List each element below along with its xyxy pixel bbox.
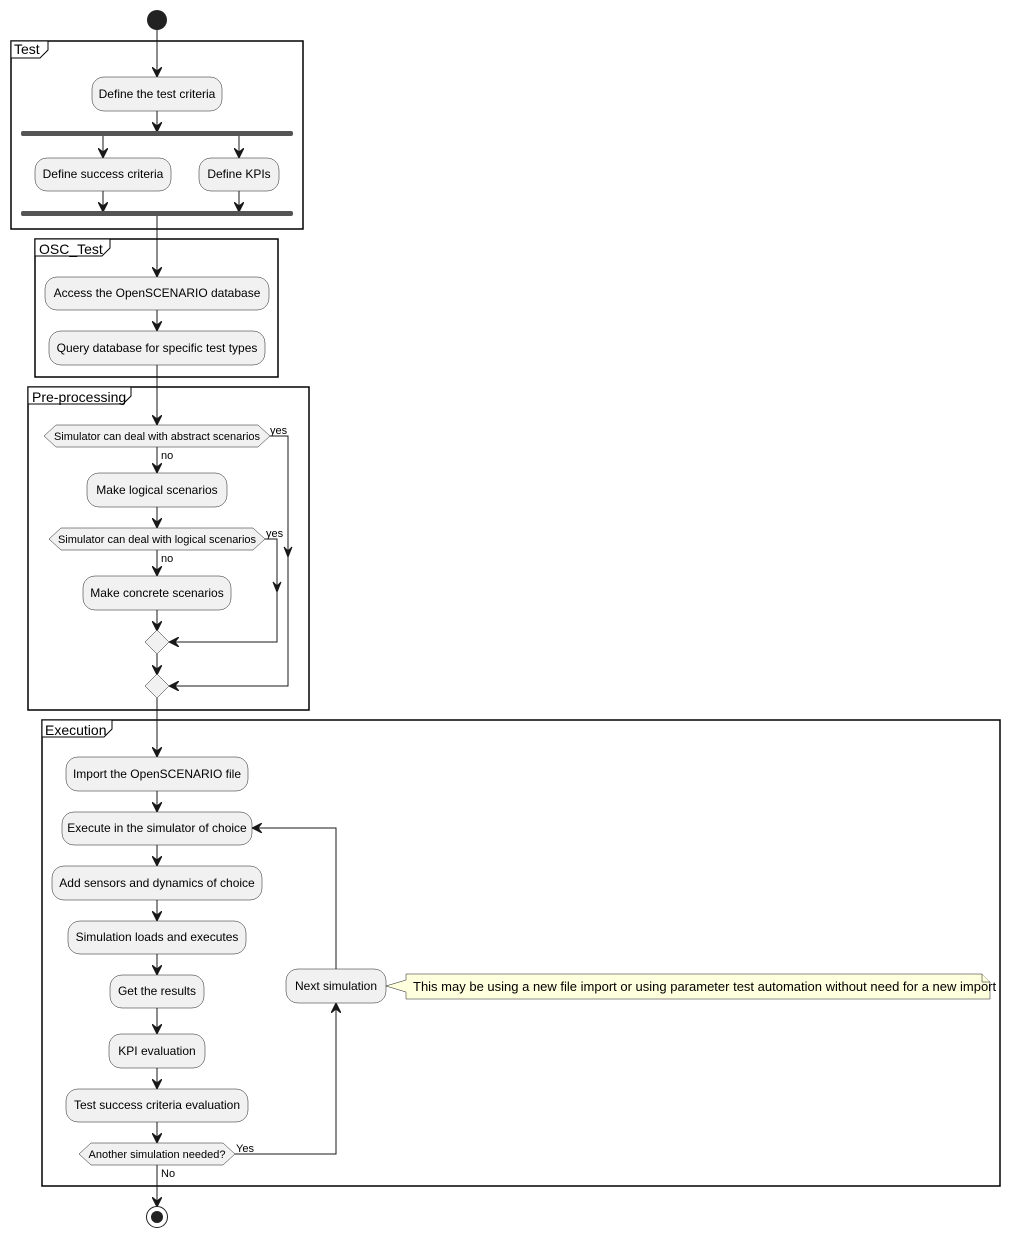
edge-loop-back <box>253 828 337 969</box>
svg-text:Query database for specific te: Query database for specific test types <box>57 341 258 355</box>
action-next-simulation: Next simulation <box>285 968 387 1004</box>
svg-text:Import the OpenSCENARIO file: Import the OpenSCENARIO file <box>73 767 241 781</box>
start-node <box>147 10 167 30</box>
frame-execution-title: Execution <box>45 722 106 738</box>
edge-another-yes <box>235 1004 336 1155</box>
svg-text:Define KPIs: Define KPIs <box>207 167 270 181</box>
note-text: This may be using a new file import or u… <box>413 979 997 994</box>
svg-text:Simulation loads and executes: Simulation loads and executes <box>76 930 239 944</box>
svg-text:Define success criteria: Define success criteria <box>43 167 164 181</box>
frame-osc-test-title: OSC_Test <box>39 241 103 257</box>
action-add-sensors: Add sensors and dynamics of choice <box>51 865 263 901</box>
edge-label-abstract-no: no <box>161 450 173 462</box>
svg-text:Get the results: Get the results <box>118 984 196 998</box>
action-execute-simulator: Execute in the simulator of choice <box>61 811 253 846</box>
end-node <box>146 1206 168 1228</box>
edge-label-another-no: No <box>161 1168 175 1180</box>
merge-node-outer <box>144 673 170 699</box>
fork-bar <box>21 131 293 136</box>
svg-text:KPI evaluation: KPI evaluation <box>118 1044 195 1058</box>
edge-label-logical-no: no <box>161 553 173 565</box>
action-define-kpis: Define KPIs <box>198 157 280 192</box>
svg-text:Test success criteria evaluati: Test success criteria evaluation <box>74 1098 240 1112</box>
action-import-file: Import the OpenSCENARIO file <box>65 756 249 792</box>
decision-another-simulation: Another simulation needed? <box>78 1142 236 1166</box>
action-kpi-evaluation: KPI evaluation <box>108 1033 206 1069</box>
action-simulation-loads: Simulation loads and executes <box>67 920 247 955</box>
action-access-database: Access the OpenSCENARIO database <box>44 276 270 311</box>
merge-node-inner <box>144 629 170 655</box>
frame-test-title: Test <box>14 41 40 57</box>
action-make-logical-scenarios: Make logical scenarios <box>86 472 228 508</box>
frame-preprocessing-title: Pre-processing <box>32 389 126 405</box>
svg-text:Another simulation needed?: Another simulation needed? <box>89 1149 226 1161</box>
edge-label-abstract-yes: yes <box>270 425 288 437</box>
decision-logical-scenarios: Simulator can deal with logical scenario… <box>48 527 266 551</box>
svg-text:Next simulation: Next simulation <box>295 979 377 993</box>
edge-label-another-yes: Yes <box>236 1143 254 1155</box>
note: This may be using a new file import or u… <box>385 973 997 1000</box>
join-bar <box>21 211 293 216</box>
svg-text:Add sensors and dynamics of ch: Add sensors and dynamics of choice <box>59 876 255 890</box>
svg-text:Execute in the simulator of ch: Execute in the simulator of choice <box>67 821 247 835</box>
svg-text:Define the test criteria: Define the test criteria <box>99 87 216 101</box>
svg-text:Simulator can deal with logica: Simulator can deal with logical scenario… <box>58 534 257 546</box>
svg-text:Make concrete scenarios: Make concrete scenarios <box>90 586 223 600</box>
decision-abstract-scenarios: Simulator can deal with abstract scenari… <box>43 424 271 448</box>
svg-text:Access the OpenSCENARIO databa: Access the OpenSCENARIO database <box>54 286 261 300</box>
edge-label-logical-yes: yes <box>266 528 284 540</box>
action-make-concrete-scenarios: Make concrete scenarios <box>82 575 232 611</box>
action-define-test-criteria: Define the test criteria <box>91 76 223 112</box>
action-success-criteria-evaluation: Test success criteria evaluation <box>65 1088 249 1123</box>
activity-diagram: Test Define the test criteria Define suc… <box>10 10 1001 1228</box>
svg-text:Make logical scenarios: Make logical scenarios <box>96 483 217 497</box>
action-query-database: Query database for specific test types <box>48 330 266 366</box>
action-define-success-criteria: Define success criteria <box>34 157 172 192</box>
svg-text:Simulator can deal with abstra: Simulator can deal with abstract scenari… <box>54 431 261 443</box>
action-get-results: Get the results <box>109 974 205 1009</box>
